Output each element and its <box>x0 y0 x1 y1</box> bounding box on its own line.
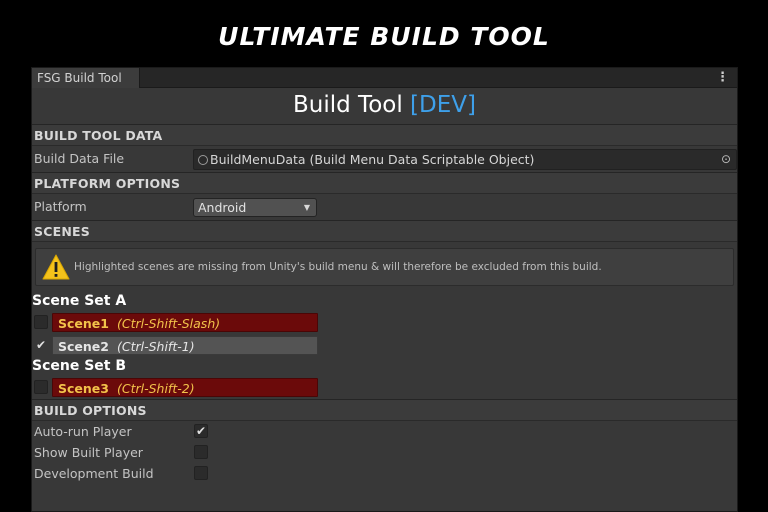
scene-shortcut: (Ctrl-Shift-2) <box>116 381 195 396</box>
build-option-row: Development Build <box>32 463 737 484</box>
build-option-checkbox[interactable]: ✔ <box>194 424 208 438</box>
build-option-row: Show Built Player <box>32 442 737 463</box>
build-option-checkbox[interactable] <box>194 445 208 459</box>
platform-selected: Android <box>198 200 247 215</box>
build-option-label: Auto-run Player <box>34 424 132 439</box>
scene-name: Scene3 <box>58 381 109 396</box>
build-option-checkbox[interactable] <box>194 466 208 480</box>
build-option-label: Show Built Player <box>34 445 143 460</box>
warning-text: Highlighted scenes are missing from Unit… <box>74 261 602 273</box>
scene-checkbox[interactable]: ✔ <box>34 338 48 352</box>
scene-button[interactable]: Scene1 (Ctrl-Shift-Slash) <box>52 313 318 332</box>
scene-shortcut: (Ctrl-Shift-Slash) <box>116 316 221 331</box>
warning-box: Highlighted scenes are missing from Unit… <box>35 248 734 286</box>
scene-shortcut: (Ctrl-Shift-1) <box>116 339 195 354</box>
banner-title: ULTIMATE BUILD TOOL <box>218 22 550 51</box>
build-option-label: Development Build <box>34 466 154 481</box>
section-build-options[interactable]: BUILD OPTIONS <box>32 399 737 421</box>
scene-list: Scene Set A Scene1 (Ctrl-Shift-Slash) ✔ Scen… <box>32 292 737 399</box>
kebab-menu-icon[interactable]: ⋮ <box>716 68 729 88</box>
scene-row: Scene3 (Ctrl-Shift-2) <box>32 376 737 399</box>
scene-button[interactable]: Scene2 (Ctrl-Shift-1) <box>52 336 318 355</box>
warning-icon <box>42 254 70 280</box>
scene-name: Scene1 <box>58 316 109 331</box>
scene-set-heading: Scene Set A <box>32 293 127 309</box>
scene-checkbox[interactable] <box>34 315 48 329</box>
tab-bar: FSG Build Tool ⋮ <box>32 68 737 88</box>
scriptable-object-icon <box>198 155 208 165</box>
build-data-value: BuildMenuData (Build Menu Data Scriptabl… <box>210 152 535 167</box>
scene-row: Scene1 (Ctrl-Shift-Slash) <box>32 311 737 334</box>
section-platform-options[interactable]: PLATFORM OPTIONS <box>32 172 737 194</box>
chevron-down-icon: ▼ <box>303 203 310 212</box>
build-tool-window: FSG Build Tool ⋮ Build Tool [DEV] BUILD … <box>31 67 738 512</box>
build-option-row: Auto-run Player ✔ <box>32 421 737 442</box>
target-icon[interactable]: ⊙ <box>716 150 736 169</box>
scene-checkbox[interactable] <box>34 380 48 394</box>
scene-row: ✔ Scene2 (Ctrl-Shift-1) <box>32 334 737 357</box>
scene-set-heading: Scene Set B <box>32 358 127 374</box>
build-data-row: Build Data File BuildMenuData (Build Men… <box>32 146 737 172</box>
scene-button[interactable]: Scene3 (Ctrl-Shift-2) <box>52 378 318 397</box>
title-dev-tag: [DEV] <box>410 92 476 118</box>
build-options-list: Auto-run Player ✔ Show Built Player Develop… <box>32 421 737 484</box>
build-data-label: Build Data File <box>34 151 125 166</box>
section-scenes[interactable]: SCENES <box>32 220 737 242</box>
platform-row: Platform Android ▼ <box>32 194 737 220</box>
title-main: Build Tool <box>293 92 411 118</box>
scene-name: Scene2 <box>58 339 109 354</box>
page-title: Build Tool [DEV] <box>32 88 737 124</box>
build-data-field[interactable]: BuildMenuData (Build Menu Data Scriptabl… <box>193 149 737 170</box>
section-build-tool-data[interactable]: BUILD TOOL DATA <box>32 124 737 146</box>
platform-dropdown[interactable]: Android ▼ <box>193 198 317 217</box>
tab-fsg-build-tool[interactable]: FSG Build Tool <box>32 68 140 88</box>
platform-label: Platform <box>34 199 87 214</box>
